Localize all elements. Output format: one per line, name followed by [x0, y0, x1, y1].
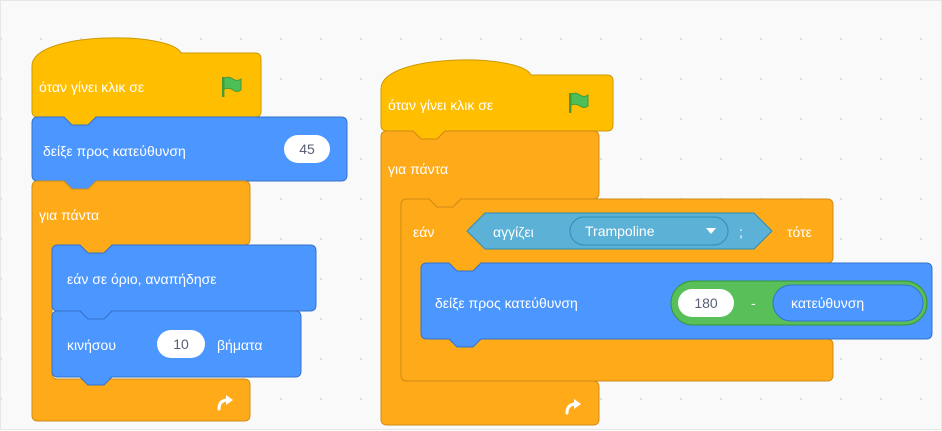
green-flag-icon: [222, 76, 242, 97]
move-unit-label: βήματα: [217, 337, 263, 353]
minus-left-input[interactable]: 180: [678, 289, 734, 317]
if-label: εάν: [413, 224, 435, 240]
touching-suffix: ;: [739, 224, 743, 240]
minus-operator-label: -: [751, 295, 756, 311]
touching-menu-value[interactable]: Trampoline: [585, 223, 655, 239]
hat-label: όταν γίνει κλικ σε: [39, 79, 145, 95]
green-flag-icon: [569, 92, 589, 113]
point-direction-label: δείξε προς κατεύθυνση: [43, 143, 186, 159]
dropdown-arrow-icon[interactable]: [705, 227, 717, 235]
direction-input[interactable]: 45: [284, 135, 330, 163]
blocks-canvas: [31, 37, 933, 426]
bounce-label: εάν σε όριο, αναπήδησε: [67, 271, 217, 287]
loop-arrow-icon: [565, 399, 581, 415]
move-label: κινήσου: [67, 337, 116, 353]
point-direction-label-2: δείξε προς κατεύθυνση: [435, 295, 578, 311]
direction-reporter-label: κατεύθυνση: [791, 295, 865, 311]
forever-label-2: για πάντα: [388, 161, 449, 177]
steps-input[interactable]: 10: [157, 330, 205, 358]
touching-label: αγγίζει: [493, 224, 534, 240]
code-workspace[interactable]: όταν γίνει κλικ σε δείξε προς κατεύθυνση…: [0, 0, 942, 430]
then-label: τότε: [787, 224, 812, 240]
loop-arrow-icon: [217, 395, 233, 411]
hat-label-2: όταν γίνει κλικ σε: [388, 97, 494, 113]
forever-label: για πάντα: [39, 207, 100, 223]
